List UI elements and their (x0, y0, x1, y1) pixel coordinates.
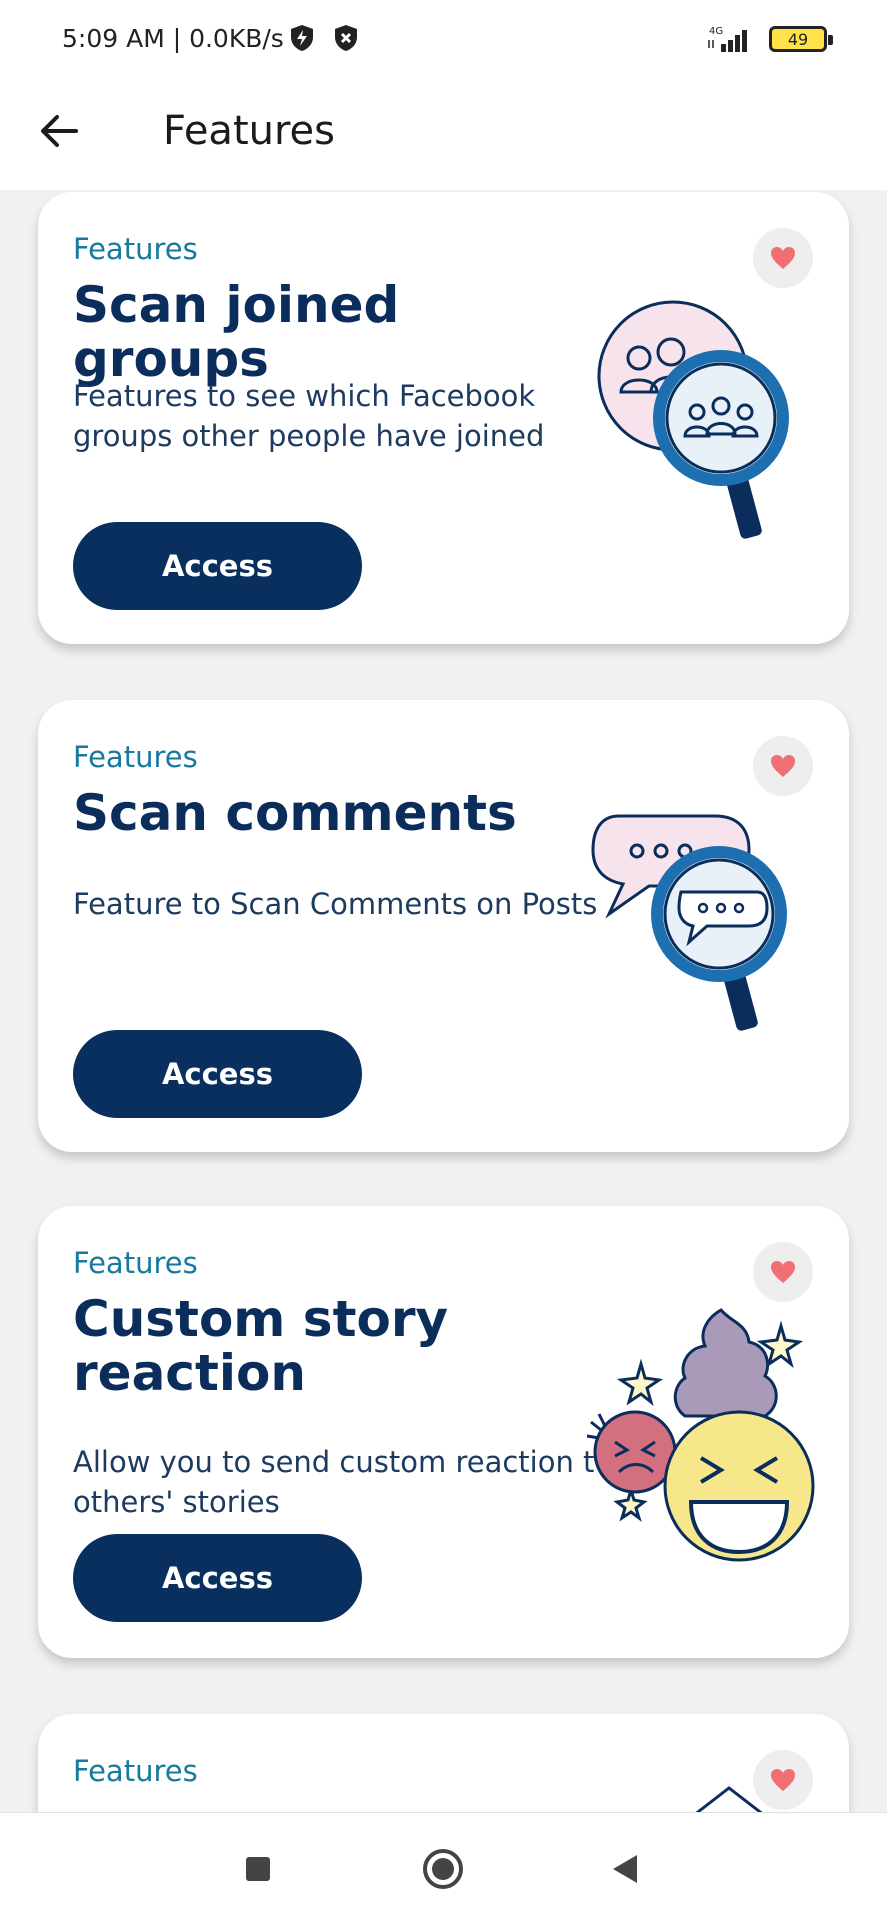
app-bar: Features (0, 78, 887, 190)
card-label: Features (73, 1754, 198, 1788)
home-circle-icon (423, 1849, 463, 1889)
heart-icon (771, 247, 795, 269)
card-title: Scan comments (73, 784, 517, 842)
back-button[interactable] (30, 102, 88, 160)
card-description: Features to see which Facebook groups ot… (73, 379, 545, 453)
feature-card-scan-comments: Features Scan comments Feature to Scan C… (38, 700, 849, 1152)
favorite-button[interactable] (753, 1242, 813, 1302)
favorite-button[interactable] (753, 228, 813, 288)
status-time: 5:09 AM | 0.0KB/s (62, 24, 284, 53)
card-title: Custom story reaction (73, 1290, 449, 1402)
heart-icon (771, 755, 795, 777)
signal-icon: 4G (708, 26, 747, 52)
comment-search-illustration (591, 814, 787, 1031)
card-label: Features (73, 740, 198, 774)
shield-bolt-icon (291, 25, 313, 51)
page-title: Features (163, 108, 335, 154)
system-nav-bar (0, 1812, 887, 1920)
battery-icon: 49 (769, 26, 833, 52)
recents-button[interactable] (228, 1839, 288, 1899)
card-description: Allow you to send custom reaction to oth… (73, 1445, 613, 1519)
card-label: Features (73, 232, 198, 266)
square-icon (246, 1857, 270, 1881)
favorite-button[interactable] (753, 736, 813, 796)
access-button[interactable]: Access (73, 1030, 362, 1118)
emoji-reaction-illustration (586, 1308, 815, 1562)
access-button[interactable]: Access (73, 1534, 362, 1622)
back-triangle-icon (613, 1855, 637, 1883)
status-bar: 5:09 AM | 0.0KB/s 4G 49 (0, 0, 887, 78)
card-description: Feature to Scan Comments on Posts (73, 887, 598, 921)
group-search-illustration (597, 300, 789, 539)
feature-card-story-reaction: Features Custom story reaction Allow you… (38, 1206, 849, 1658)
card-title: Scan joined groups (73, 276, 400, 388)
home-button[interactable] (413, 1839, 473, 1899)
access-button[interactable]: Access (73, 522, 362, 610)
arrow-left-icon (41, 115, 78, 147)
status-right: 4G 49 (707, 24, 833, 54)
card-label: Features (73, 1246, 198, 1280)
feature-card-scan-groups: Features Scan joined groups Features to … (38, 192, 849, 644)
shield-x-icon (335, 25, 357, 51)
heart-icon (771, 1261, 795, 1283)
back-nav-button[interactable] (594, 1839, 654, 1899)
battery-level: 49 (787, 29, 809, 49)
network-label: 4G (709, 26, 723, 37)
